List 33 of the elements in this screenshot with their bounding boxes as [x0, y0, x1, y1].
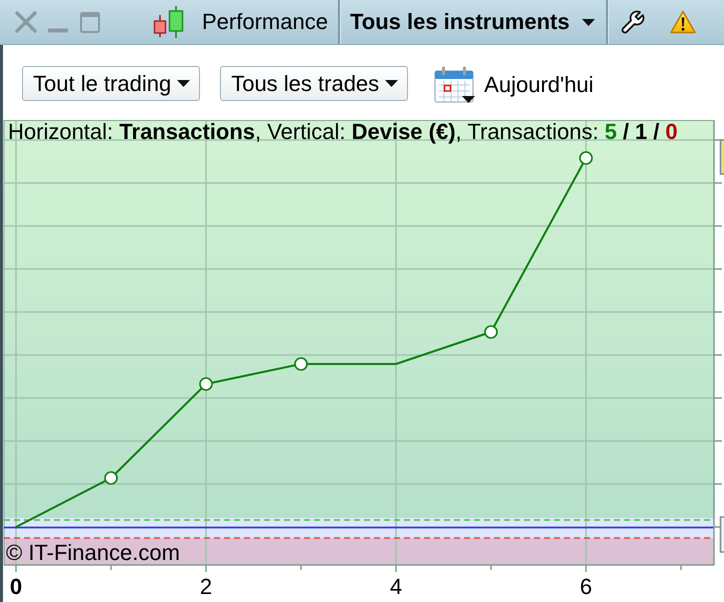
- candlestick-icon: [153, 6, 185, 38]
- warning-icon[interactable]: [670, 10, 696, 34]
- caret-icon: [177, 80, 190, 87]
- data-point-marker: [104, 471, 118, 485]
- close-icon[interactable]: [14, 10, 38, 34]
- transaction-count: 0: [665, 120, 678, 144]
- chart-caption: Horizontal: Transactions, Vertical: Devise (€), Transactions:: [8, 120, 599, 144]
- minimize-icon[interactable]: [48, 28, 68, 32]
- maximize-icon[interactable]: [80, 12, 100, 32]
- copyright-label: © IT-Finance.com: [6, 540, 180, 565]
- view-title: Performance: [202, 9, 328, 35]
- value-tag: [720, 139, 724, 175]
- data-point-marker: [294, 357, 308, 371]
- wrench-icon[interactable]: [620, 9, 645, 35]
- caret-icon: [582, 18, 595, 26]
- filter-dropdown[interactable]: Tous les trades: [220, 66, 408, 101]
- data-point-marker: [199, 377, 213, 391]
- transaction-count: 5: [604, 120, 617, 144]
- count-separator: /: [653, 120, 660, 144]
- data-point-marker: [579, 151, 593, 165]
- count-separator: /: [622, 120, 629, 144]
- x-axis-label: 6: [580, 574, 592, 599]
- transaction-count: 1: [635, 120, 648, 144]
- instrument-dropdown[interactable]: Tous les instruments: [340, 0, 606, 44]
- filter-dropdown[interactable]: Tout le trading: [22, 66, 200, 101]
- date-picker-button[interactable]: Aujourd'hui: [434, 66, 594, 104]
- value-tag: [720, 516, 724, 553]
- x-axis-label: 0: [10, 574, 22, 599]
- x-axis-label: 2: [200, 574, 212, 599]
- caret-icon: [385, 80, 398, 87]
- calendar-icon: [434, 66, 476, 104]
- data-point-marker: [484, 325, 498, 339]
- x-axis-label: 4: [390, 574, 402, 599]
